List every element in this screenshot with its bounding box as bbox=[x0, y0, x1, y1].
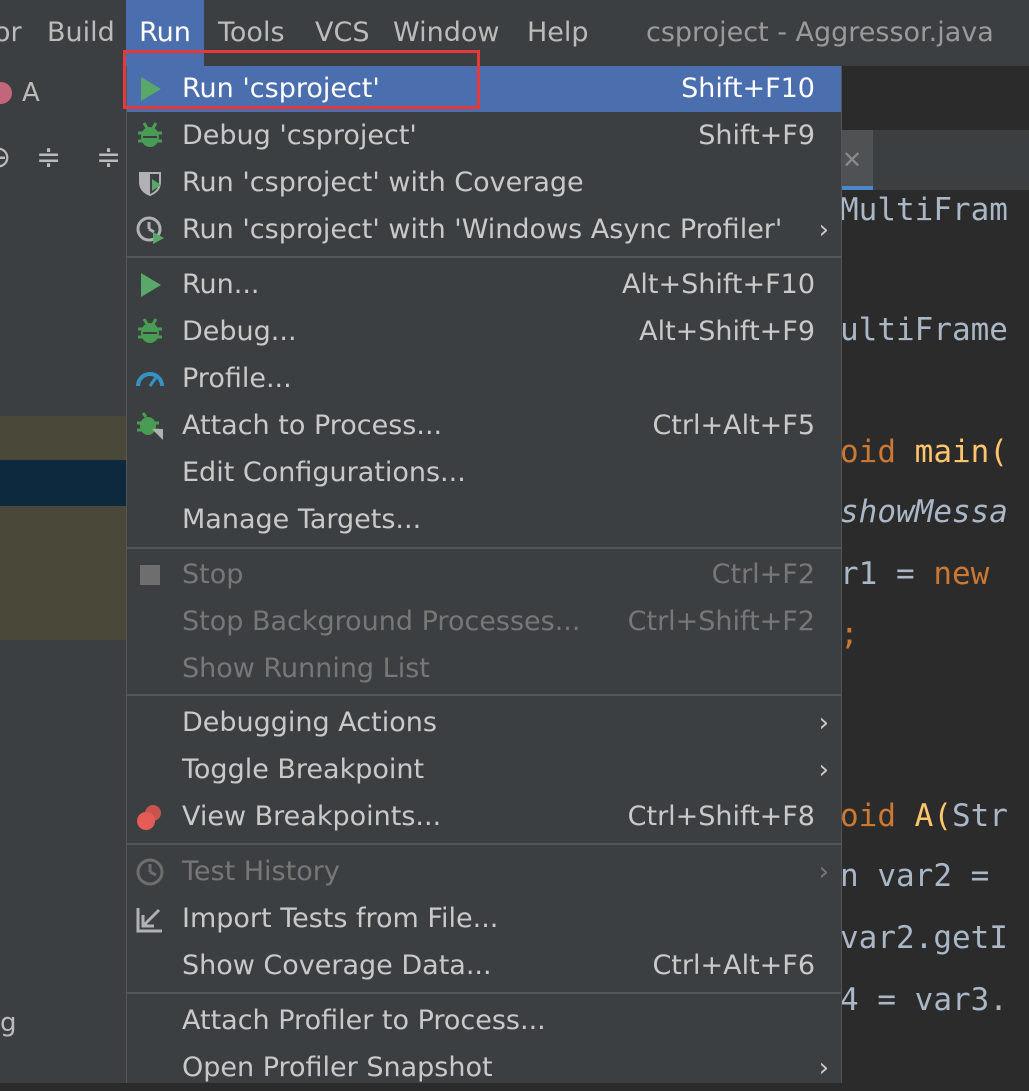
menu-item-label: Attach to Process... bbox=[182, 410, 443, 441]
menu-item-debugging-actions[interactable]: Debugging Actions › bbox=[127, 700, 841, 746]
menu-item-debug-csproject[interactable]: Debug 'csproject' Shift+F9 bbox=[127, 113, 841, 159]
menu-item-label: Show Running List bbox=[182, 653, 430, 684]
menu-item-view-breakpoints[interactable]: View Breakpoints... Ctrl+Shift+F8 bbox=[127, 794, 841, 840]
code-line: oid A(Str bbox=[840, 798, 1008, 834]
menu-item-profile[interactable]: Profile... bbox=[127, 356, 841, 402]
run-play-icon bbox=[141, 273, 161, 297]
menu-item-label: Edit Configurations... bbox=[182, 457, 466, 488]
history-clock-icon bbox=[136, 858, 164, 886]
debug-bug-icon bbox=[138, 122, 162, 147]
menu-item-stop[interactable]: Stop Ctrl+F2 bbox=[127, 552, 841, 598]
menu-item-attach-to-process[interactable]: Attach to Process... Ctrl+Alt+F5 bbox=[127, 403, 841, 449]
menu-build[interactable]: Build bbox=[47, 0, 115, 66]
menu-item-test-history[interactable]: Test History › bbox=[127, 849, 841, 895]
close-icon[interactable]: ✕ bbox=[842, 146, 862, 174]
menu-item-toggle-breakpoint[interactable]: Toggle Breakpoint › bbox=[127, 747, 841, 793]
breakpoints-icon bbox=[137, 805, 161, 830]
menu-item-label: Run 'csproject' with Coverage bbox=[182, 167, 584, 198]
menu-item-label: Stop bbox=[182, 559, 244, 590]
chevron-right-icon: › bbox=[818, 708, 829, 738]
menu-item-shortcut: Alt+Shift+F9 bbox=[639, 316, 815, 347]
code-line: oid main( bbox=[840, 434, 1008, 470]
menu-item-shortcut: Ctrl+Shift+F2 bbox=[627, 606, 815, 637]
menu-item-show-running-list[interactable]: Show Running List bbox=[127, 646, 841, 692]
locate-icon[interactable]: ⊖ bbox=[0, 140, 11, 175]
menu-item-shortcut: Ctrl+Alt+F6 bbox=[652, 950, 815, 981]
menu-separator bbox=[127, 694, 841, 696]
tree-row-label: g bbox=[0, 1008, 17, 1038]
menu-item-label: Manage Targets... bbox=[182, 504, 422, 535]
code-line: showMessa bbox=[840, 494, 1008, 530]
menu-item-edit-configurations[interactable]: Edit Configurations... bbox=[127, 450, 841, 496]
menu-item-open-profiler-snapshot[interactable]: Open Profiler Snapshot › bbox=[127, 1045, 841, 1091]
menu-item-shortcut: Ctrl+F2 bbox=[711, 559, 815, 590]
menu-separator bbox=[127, 256, 841, 258]
code-line: r1 = new bbox=[840, 556, 990, 592]
menu-item-run-with-profiler[interactable]: Run 'csproject' with 'Windows Async Prof… bbox=[127, 207, 841, 253]
menu-item-label: Debug 'csproject' bbox=[182, 120, 417, 151]
menu-item-label: Open Profiler Snapshot bbox=[182, 1052, 493, 1083]
collapse-all-icon[interactable]: ≑ bbox=[96, 140, 121, 175]
menu-item-attach-profiler[interactable]: Attach Profiler to Process... bbox=[127, 998, 841, 1044]
chevron-right-icon: › bbox=[818, 215, 829, 245]
expand-all-icon[interactable]: ≑ bbox=[36, 140, 61, 175]
menu-item-run-with-coverage[interactable]: Run 'csproject' with Coverage bbox=[127, 160, 841, 206]
highlight-annotation-box bbox=[123, 50, 480, 109]
menu-item-debug-dialog[interactable]: Debug... Alt+Shift+F9 bbox=[127, 309, 841, 355]
menu-separator bbox=[127, 547, 841, 549]
menu-item-label: Import Tests from File... bbox=[182, 903, 499, 934]
menu-item-show-coverage-data[interactable]: Show Coverage Data... Ctrl+Alt+F6 bbox=[127, 943, 841, 989]
tree-row-highlight bbox=[0, 416, 126, 460]
menu-item-shortcut: Alt+Shift+F10 bbox=[621, 269, 815, 300]
code-line: MultiFram bbox=[840, 192, 1008, 228]
run-menu-dropdown: Run 'csproject' Shift+F10 Debug 'csproje… bbox=[126, 66, 842, 1083]
menu-separator bbox=[127, 843, 841, 845]
tree-row-selected[interactable] bbox=[0, 460, 126, 506]
menu-item-label: Run... bbox=[182, 269, 260, 300]
menu-item-label: Test History bbox=[182, 856, 340, 887]
window-title: csproject - Aggressor.java bbox=[646, 17, 994, 48]
menu-item-label: Attach Profiler to Process... bbox=[182, 1005, 546, 1036]
menu-help[interactable]: Help bbox=[527, 0, 589, 66]
menu-item-label: Run 'csproject' with 'Windows Async Prof… bbox=[182, 214, 783, 245]
menu-item-import-tests[interactable]: Import Tests from File... bbox=[127, 896, 841, 942]
chevron-right-icon: › bbox=[818, 755, 829, 785]
debug-bug-icon bbox=[138, 318, 162, 343]
menu-item-label: Debug... bbox=[182, 316, 297, 347]
menu-separator bbox=[127, 992, 841, 994]
code-line: ; bbox=[840, 616, 859, 652]
menu-item-label: View Breakpoints... bbox=[182, 801, 442, 832]
menu-editor[interactable]: or bbox=[0, 0, 22, 66]
menu-item-shortcut: Shift+F10 bbox=[681, 73, 815, 104]
stop-square-icon bbox=[140, 565, 160, 585]
menu-item-shortcut: Shift+F9 bbox=[698, 120, 815, 151]
import-arrow-icon bbox=[136, 908, 162, 933]
menu-item-label: Stop Background Processes... bbox=[182, 606, 581, 637]
profiler-clock-icon bbox=[136, 216, 164, 244]
menu-item-shortcut: Ctrl+Alt+F5 bbox=[652, 410, 815, 441]
coverage-shield-icon bbox=[139, 172, 161, 196]
attach-bug-icon bbox=[137, 412, 163, 440]
code-line: n var2 = bbox=[840, 858, 990, 894]
file-tab-label[interactable]: A bbox=[22, 78, 40, 108]
menu-item-manage-targets[interactable]: Manage Targets... bbox=[127, 497, 841, 543]
menu-item-label: Debugging Actions bbox=[182, 707, 437, 738]
code-line: var2.getI bbox=[840, 920, 1008, 956]
menu-item-stop-background-processes[interactable]: Stop Background Processes... Ctrl+Shift+… bbox=[127, 599, 841, 645]
menu-item-label: Profile... bbox=[182, 363, 292, 394]
chevron-right-icon: › bbox=[818, 1053, 829, 1083]
tree-row-highlight bbox=[0, 506, 126, 640]
code-line: ultiFrame bbox=[840, 312, 1008, 348]
menu-item-label: Toggle Breakpoint bbox=[182, 754, 425, 785]
profile-gauge-icon bbox=[136, 372, 164, 387]
menu-item-label: Show Coverage Data... bbox=[182, 950, 492, 981]
chevron-right-icon: › bbox=[818, 857, 829, 887]
menu-item-run-dialog[interactable]: Run... Alt+Shift+F10 bbox=[127, 262, 841, 308]
code-line: 4 = var3. bbox=[840, 982, 1008, 1018]
menu-item-shortcut: Ctrl+Shift+F8 bbox=[627, 801, 815, 832]
